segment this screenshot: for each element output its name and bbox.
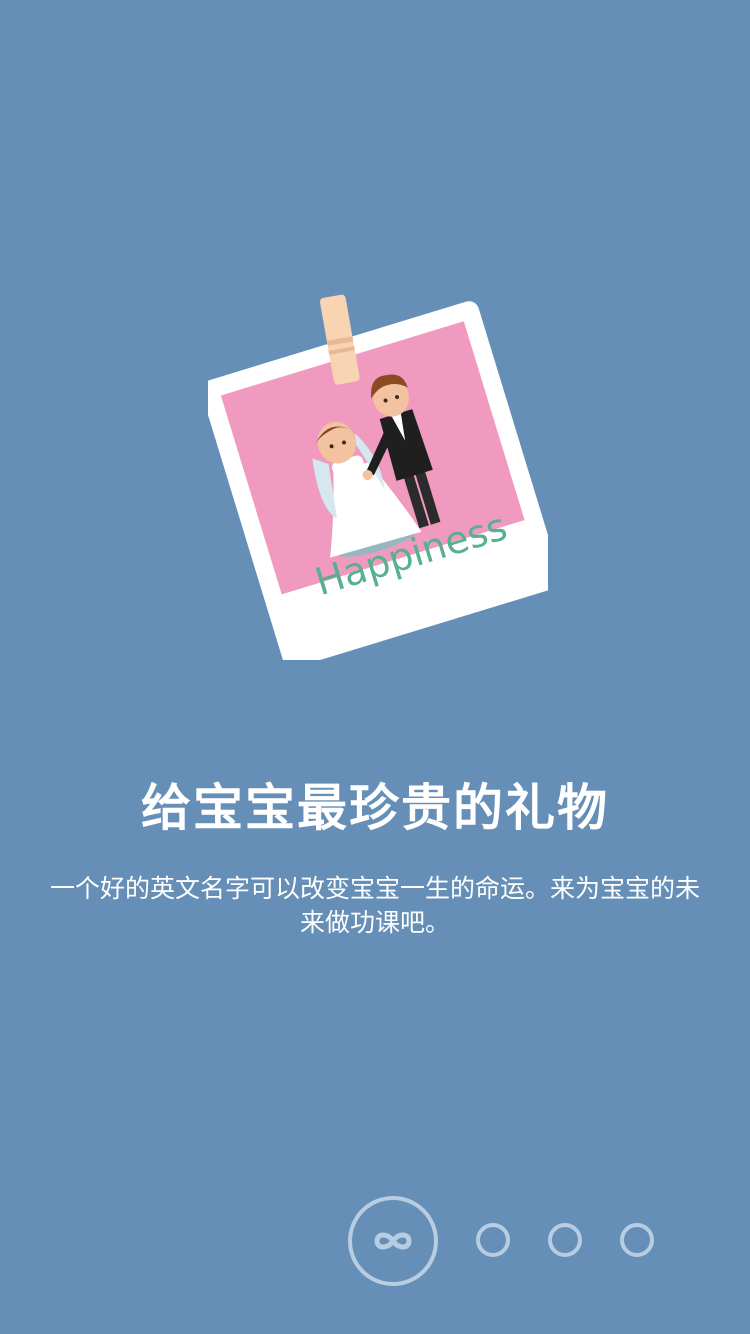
page-indicator [0, 1195, 750, 1286]
pager-dot-3[interactable] [548, 1223, 582, 1257]
onboarding-screen: Happiness 给宝宝最珍贵的礼物 一个好的英文名字可以改变宝宝一生的命运。… [0, 0, 750, 1334]
infinity-icon [374, 1232, 412, 1250]
onboarding-title: 给宝宝最珍贵的礼物 [141, 779, 609, 837]
pager-dot-2[interactable] [476, 1223, 510, 1257]
onboarding-description: 一个好的英文名字可以改变宝宝一生的命运。来为宝宝的未来做功课吧。 [50, 874, 701, 937]
pager-dot-4[interactable] [620, 1223, 654, 1257]
wedding-photo-illustration: Happiness [208, 290, 548, 660]
pager-dot-active[interactable] [348, 1196, 438, 1286]
polaroid-photo-icon [208, 294, 548, 660]
